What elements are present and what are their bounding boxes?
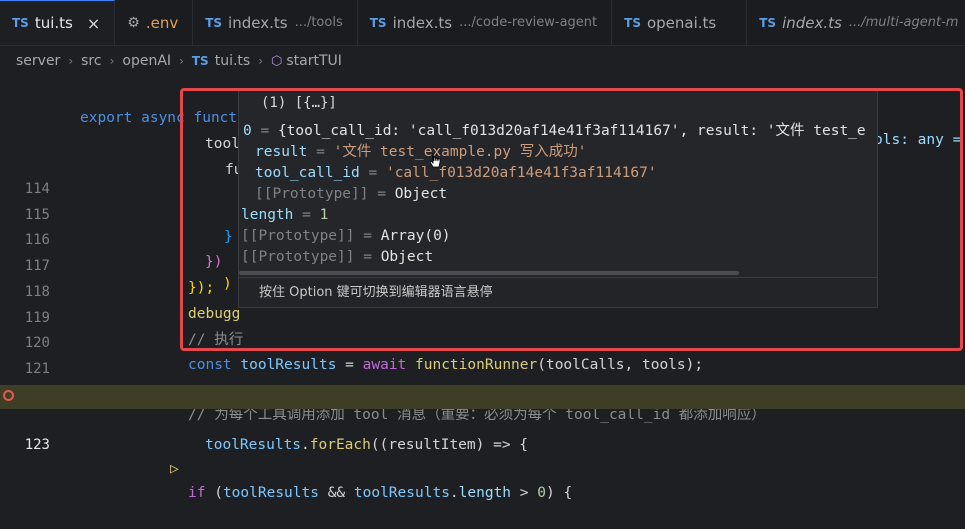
chevron-right-icon: › — [258, 54, 264, 68]
breadcrumb-item[interactable]: src — [81, 53, 101, 69]
popup-row[interactable]: 0 = {tool_call_id: 'call_f013d20af14e41f… — [243, 121, 866, 142]
breadcrumb-item[interactable]: startTUI — [286, 53, 342, 69]
tab-path: .../multi-agent-m — [848, 15, 959, 30]
typescript-file-icon: TS — [369, 15, 387, 30]
gear-icon: ⚙ — [127, 14, 140, 31]
popup-row[interactable]: [[Prototype]] = Array(0) — [241, 226, 451, 247]
tab-label: openai.ts — [646, 13, 717, 32]
tab-label: tui.ts — [34, 14, 73, 32]
code-line: toolResults.forEach((resultItem) => { — [0, 412, 965, 453]
popup-row[interactable]: [[Prototype]] = Object — [255, 184, 447, 205]
tab-label: index.ts — [228, 13, 288, 32]
tab-index-code-review-agent[interactable]: TS index.ts .../code-review-agent — [358, 0, 613, 45]
breadcrumb-item[interactable]: tui.ts — [215, 53, 251, 69]
typescript-file-icon: TS — [191, 54, 209, 68]
tab-env[interactable]: ⚙ .env — [115, 0, 194, 45]
popup-row[interactable]: tool_call_id = 'call_f013d20af14e41f3af1… — [255, 163, 657, 184]
code-line: 122 // 为每个工具调用添加 tool 消息（重要：必须为每个 tool_c… — [0, 360, 965, 423]
chevron-right-icon: › — [179, 54, 184, 68]
popup-row[interactable]: length = 1 — [241, 205, 328, 226]
chevron-right-icon: › — [109, 54, 115, 68]
breadcrumb-item[interactable]: server — [16, 53, 60, 69]
typescript-file-icon: TS — [12, 16, 29, 30]
debug-hover-popup[interactable]: (1) [{…}] 0 = {tool_call_id: 'call_f013d… — [238, 90, 878, 308]
breadcrumb: server › src › openAI › TS tui.ts › ⬡ st… — [0, 46, 965, 76]
tab-label: index.ts — [782, 13, 842, 32]
chevron-right-icon: › — [68, 54, 74, 68]
editor-tab-bar: TS tui.ts × ⚙ .env TS index.ts .../tools… — [0, 0, 965, 46]
horizontal-scrollbar[interactable] — [239, 271, 739, 275]
debug-arrow-icon: ▷ — [170, 461, 179, 477]
tab-label: .env — [145, 13, 179, 32]
typescript-file-icon: TS — [624, 15, 641, 30]
popup-header[interactable]: (1) [{…}] — [261, 95, 337, 111]
tab-index-tools[interactable]: TS index.ts .../tools — [193, 0, 358, 45]
popup-row[interactable]: [[Prototype]] = Object — [241, 247, 433, 268]
typescript-file-icon: TS — [759, 15, 777, 30]
tab-path: .../code-review-agent — [459, 15, 598, 30]
mouse-pointer-icon — [429, 152, 441, 168]
tab-label: index.ts — [392, 13, 453, 32]
current-debug-line: 123 ▷ if (toolResults && toolResults.len… — [0, 385, 965, 501]
function-icon: ⬡ — [271, 53, 283, 69]
tab-tui-ts[interactable]: TS tui.ts × — [0, 0, 116, 45]
breakpoint-icon[interactable] — [3, 390, 14, 401]
typescript-file-icon: TS — [205, 15, 223, 30]
popup-footer-hint: 按住 Option 键可切换到编辑器语言悬停 — [239, 277, 877, 307]
popup-row[interactable]: result = '文件 test_example.py 写入成功' — [255, 142, 586, 163]
close-tab-icon[interactable]: × — [87, 14, 100, 33]
tab-openai-ts[interactable]: TS openai.ts — [612, 0, 748, 45]
code-text: toolResults.forEach((resultItem) => { — [205, 437, 529, 453]
code-text: if (toolResults && toolResults.length > … — [188, 485, 573, 501]
code-line: 121 — [0, 336, 965, 377]
tab-index-multi-agent[interactable]: TS index.ts .../multi-agent-m — [747, 0, 965, 45]
breadcrumb-item[interactable]: openAI — [122, 53, 171, 69]
tab-path: .../tools — [294, 15, 343, 30]
code-line: 120 const toolResults = await functionRu… — [0, 310, 965, 373]
